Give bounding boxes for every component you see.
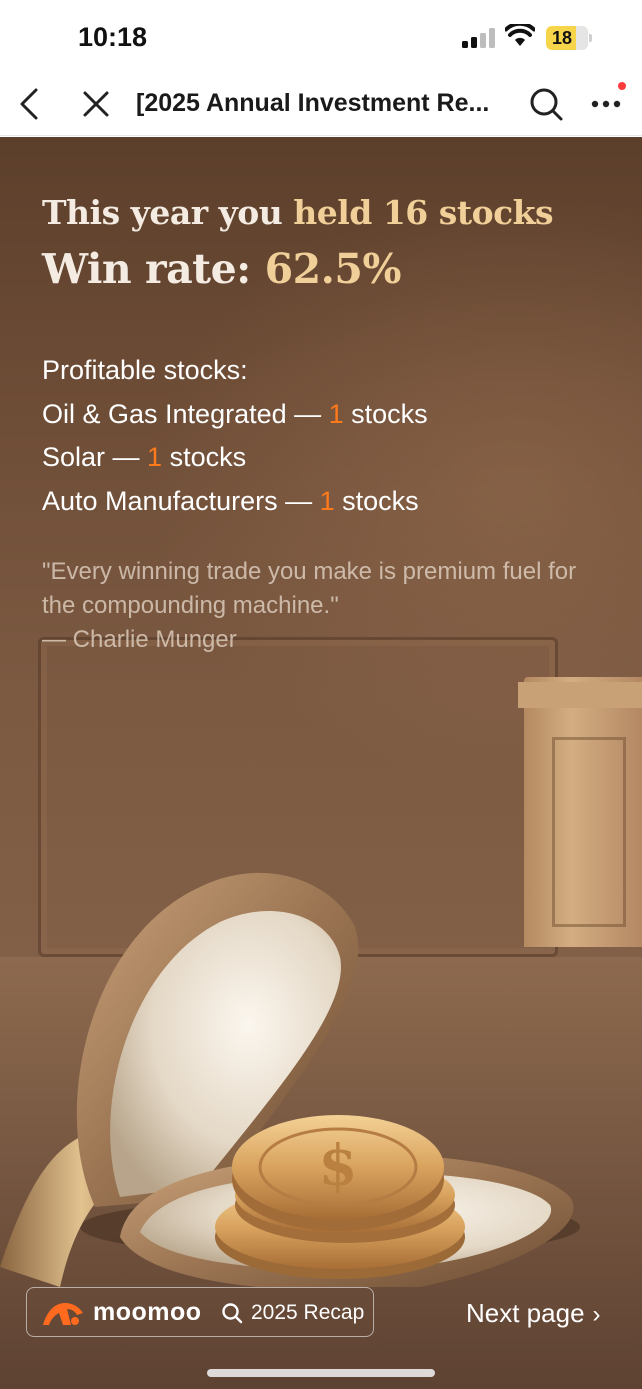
status-time: 10:18 — [78, 22, 148, 52]
recap-label: 2025 Recap — [251, 1301, 365, 1324]
shell-coins-illustration: $ — [0, 872, 580, 1287]
status-bar: 10:18 18 — [0, 0, 642, 72]
stock-unit: stocks — [334, 485, 419, 516]
quote-author: — Charlie Munger — [42, 626, 237, 653]
recap-card: This year you held 16 stocks Win rate: 6… — [0, 137, 642, 1389]
next-page-button[interactable]: Next page › — [466, 1298, 601, 1329]
sector-name: Oil & Gas Integrated — — [42, 398, 329, 429]
home-indicator[interactable] — [207, 1369, 435, 1377]
quote: "Every winning trade you make is premium… — [42, 555, 612, 657]
svg-text:$: $ — [319, 1133, 358, 1199]
nav-bar: [2025 Annual Investment Re... — [0, 72, 642, 136]
close-icon[interactable] — [80, 88, 112, 120]
sector-name: Solar — — [42, 442, 148, 472]
headline-prefix: This year you — [42, 193, 294, 232]
brand-name: moomoo — [93, 1298, 202, 1326]
notification-dot — [618, 82, 626, 90]
quote-text: "Every winning trade you make is premium… — [42, 558, 577, 619]
list-item: Oil & Gas Integrated — 1 stocks — [42, 393, 428, 437]
stock-unit: stocks — [343, 398, 428, 429]
stock-count: 1 — [147, 442, 163, 472]
pillar-cap-decoration — [518, 682, 642, 708]
recap-search-icon — [222, 1303, 243, 1324]
wifi-icon — [505, 24, 535, 46]
headline-accent: held 16 stocks — [293, 193, 554, 232]
back-arrow-icon[interactable] — [14, 86, 44, 122]
win-rate-label: Win rate: — [42, 245, 265, 293]
brand-recap-pill: moomoo 2025 Recap — [26, 1287, 374, 1337]
battery-level: 18 — [552, 28, 573, 48]
list-item: Auto Manufacturers — 1 stocks — [42, 480, 428, 524]
headline-stocks-held: This year you held 16 stocks — [42, 193, 554, 232]
stock-count: 1 — [319, 485, 335, 516]
list-item: Solar — 1 stocks — [42, 436, 428, 480]
battery-icon: 18 — [546, 26, 592, 50]
headline-win-rate: Win rate: 62.5% — [42, 245, 401, 293]
moomoo-logo-icon — [43, 1303, 83, 1325]
profitable-stocks-list: Profitable stocks: Oil & Gas Integrated … — [42, 349, 428, 523]
search-icon[interactable] — [528, 86, 564, 122]
chevron-right-icon: › — [592, 1301, 601, 1328]
profitable-label: Profitable stocks: — [42, 355, 248, 385]
stock-count: 1 — [328, 398, 344, 429]
stock-unit: stocks — [162, 442, 247, 472]
page-title: [2025 Annual Investment Re... — [136, 89, 490, 117]
sector-name: Auto Manufacturers — — [42, 485, 320, 516]
win-rate-value: 62.5% — [264, 245, 402, 293]
next-page-label: Next page — [466, 1298, 585, 1328]
signal-icon — [462, 28, 495, 48]
more-icon[interactable] — [588, 92, 628, 116]
